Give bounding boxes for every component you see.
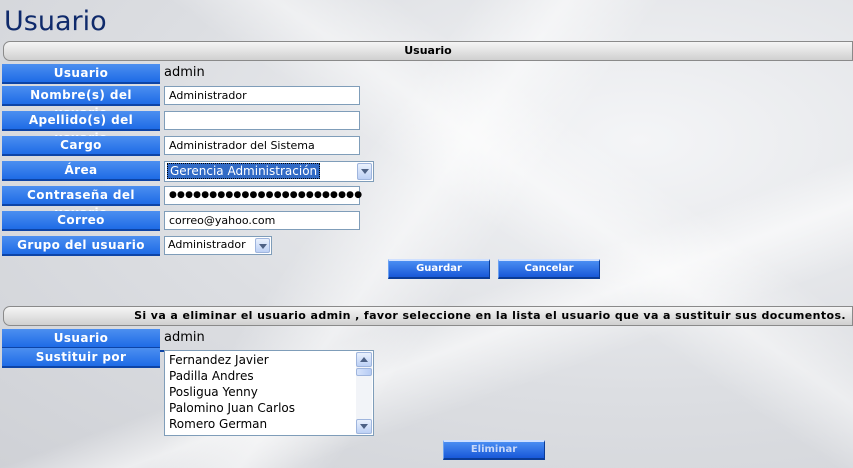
delete-section-header: Si va a eliminar el usuario admin , favo…	[3, 306, 853, 326]
save-button[interactable]: Guardar	[388, 259, 490, 279]
area-select[interactable]: Gerencia Administración	[164, 161, 374, 182]
label-grupo: Grupo del usuario	[2, 236, 160, 256]
delete-button[interactable]: Eliminar	[443, 440, 545, 460]
listbox-scrollbar[interactable]	[356, 352, 372, 434]
nombre-input[interactable]: Administrador	[164, 86, 360, 105]
list-item[interactable]: Fernandez Javier	[169, 353, 269, 367]
area-selected-value: Gerencia Administración	[167, 163, 321, 179]
list-item[interactable]: Palomino Juan Carlos	[169, 401, 295, 415]
scroll-up-icon[interactable]	[356, 352, 372, 367]
scroll-thumb[interactable]	[356, 368, 372, 376]
label-usuario: Usuario	[2, 64, 160, 84]
list-item[interactable]: Padilla Andres	[169, 369, 254, 383]
delete-usuario-value: admin	[164, 330, 205, 345]
chevron-down-icon[interactable]	[357, 163, 372, 180]
user-section-header: Usuario	[3, 41, 853, 61]
label-correo: Correo	[2, 211, 160, 231]
contrasena-input[interactable]: ●●●●●●●●●●●●●●●●●●●●●●●●	[164, 186, 362, 205]
label-area: Área	[2, 161, 160, 181]
label-delete-usuario: Usuario	[2, 329, 160, 349]
page-title: Usuario	[4, 6, 107, 37]
grupo-select[interactable]: Administrador	[164, 236, 272, 255]
chevron-down-icon[interactable]	[255, 238, 270, 253]
cancel-button[interactable]: Cancelar	[498, 259, 600, 279]
sustituir-listbox[interactable]: Fernandez Javier Padilla Andres Posligua…	[164, 350, 374, 436]
list-item[interactable]: Romero German	[169, 417, 267, 431]
cargo-input[interactable]: Administrador del Sistema	[164, 136, 360, 155]
apellido-input[interactable]	[164, 111, 360, 130]
usuario-value: admin	[164, 65, 205, 80]
correo-input[interactable]: correo@yahoo.com	[164, 211, 360, 230]
list-item[interactable]: Posligua Yenny	[169, 385, 258, 399]
label-sustituir: Sustituir por	[2, 348, 160, 368]
label-nombre: Nombre(s) del usuario	[2, 86, 160, 120]
label-cargo: Cargo	[2, 136, 160, 156]
label-apellido: Apellido(s) del usuario	[2, 111, 160, 145]
label-contrasena: Contraseña del usuario	[2, 186, 160, 220]
scroll-down-icon[interactable]	[356, 419, 372, 434]
grupo-selected-value: Administrador	[168, 238, 246, 251]
